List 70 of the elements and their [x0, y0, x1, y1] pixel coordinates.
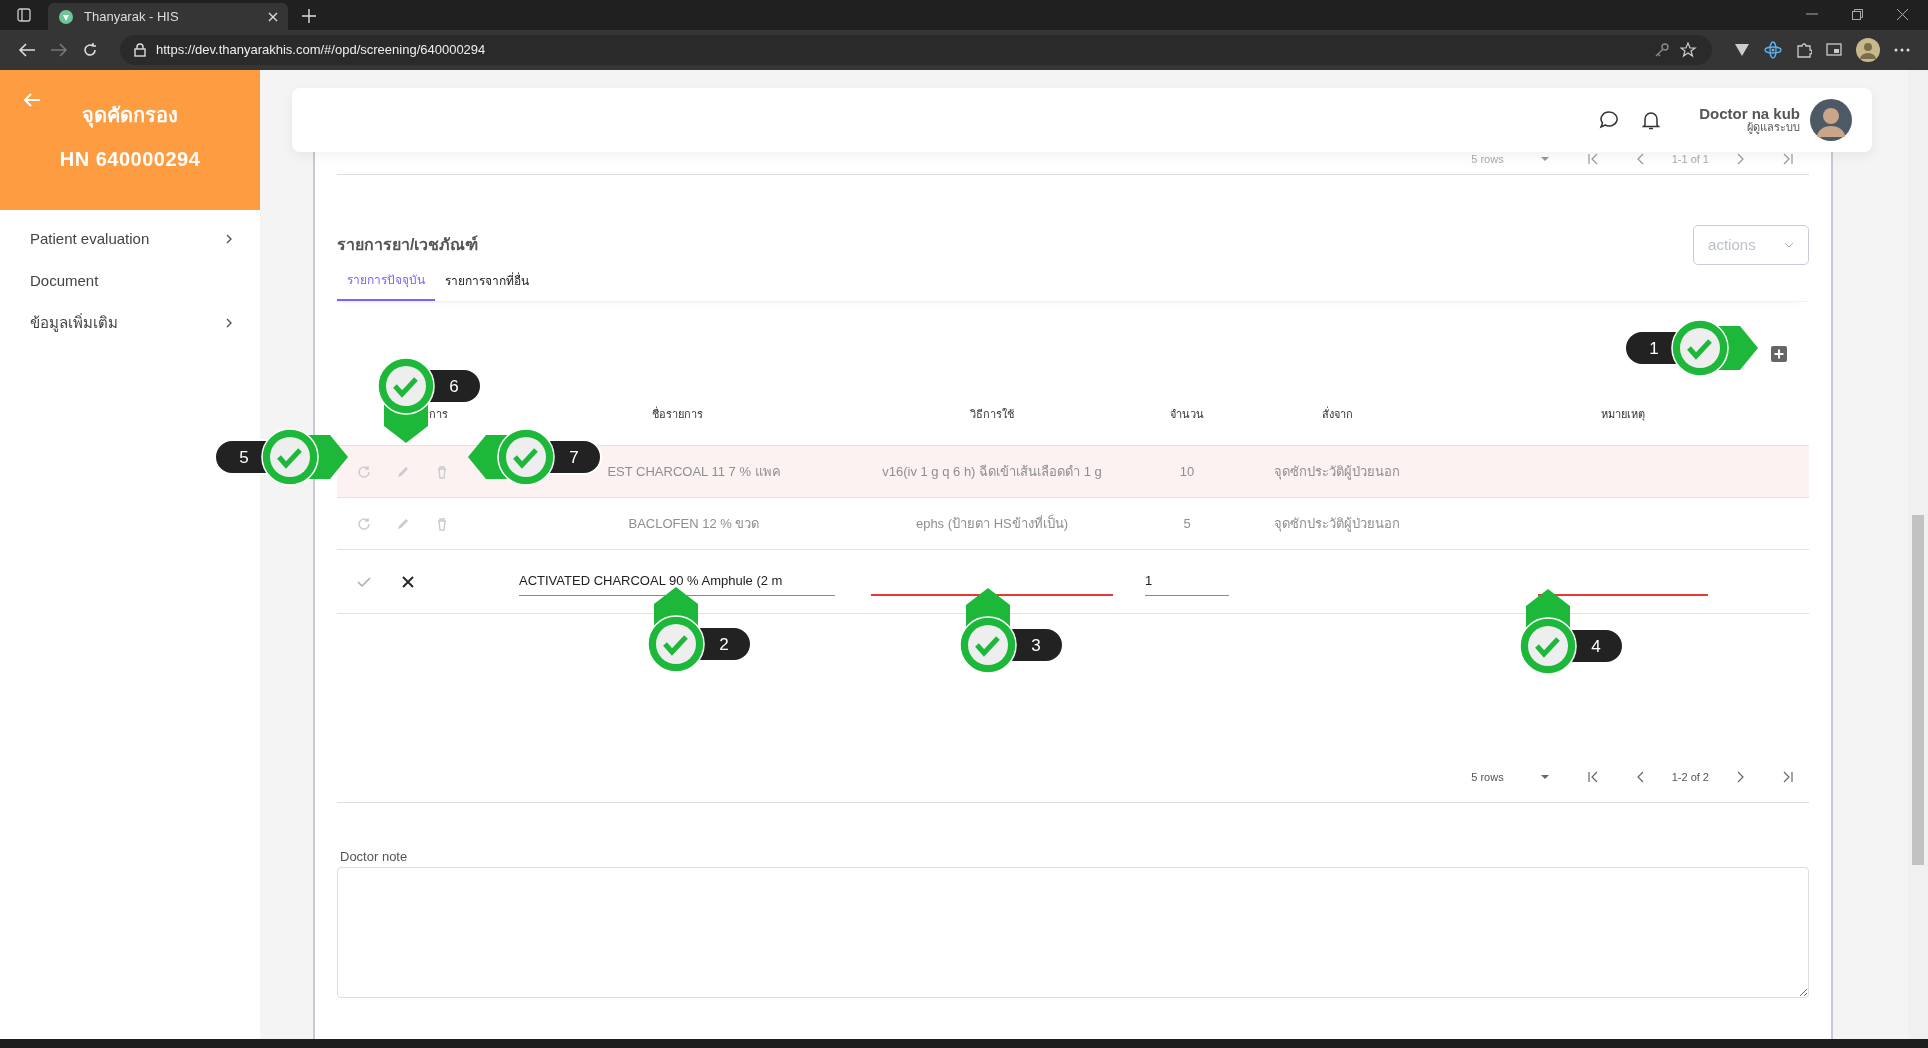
table-cell: ephs (ป้ายตา HSข้างที่เป็น) [915, 515, 1069, 531]
new-tab-icon[interactable] [302, 9, 316, 23]
sidebar-item[interactable]: Document [0, 260, 260, 302]
first-page-icon[interactable] [1585, 770, 1600, 784]
puzzle-icon[interactable] [1796, 42, 1812, 58]
table-cell: BACLOFEN 12 % ขวด [628, 515, 760, 531]
table-cell: จุดซักประวัติผู้ป่วยนอก [1274, 515, 1400, 531]
user-role: ผู้ดูแลระบบ [1746, 122, 1800, 134]
table-cell: จุดซักประวัติผู้ป่วยนอก [1274, 463, 1400, 479]
rows-per-page-select[interactable]: 5 rows [1471, 768, 1504, 786]
cast-icon[interactable] [1826, 43, 1842, 57]
step-tooltip: 4 [1517, 588, 1624, 677]
step-tooltip: 3 [957, 587, 1064, 676]
column-header: การ [429, 408, 448, 421]
page-range: 1-2 of 2 [1671, 769, 1709, 785]
restore-icon[interactable] [1852, 9, 1863, 20]
tab-actions-icon[interactable] [17, 8, 31, 22]
close-icon[interactable] [268, 11, 278, 22]
sidebar-title: จุดคัดกรอง [81, 103, 179, 130]
user-name: Doctor na kub [1699, 106, 1800, 123]
checkmark-icon[interactable] [357, 574, 371, 589]
extension-icon[interactable] [1734, 43, 1750, 57]
chat-icon[interactable] [1599, 110, 1620, 130]
table-cell: EST CHARCOAL 11 7 % แพค [607, 463, 781, 479]
chevron-down-icon [1783, 242, 1794, 248]
cancel-icon[interactable] [401, 574, 415, 589]
table-cell: v16(iv 1 g q 6 h) ฉีดเข้าเส้นเลือดดำ 1 g [882, 463, 1102, 479]
atom-icon[interactable] [1764, 41, 1782, 59]
step-tooltip: 1 [1624, 317, 1760, 379]
address-bar[interactable]: https://dev.thanyarakhis.com/#/opd/screening/640000294 [120, 35, 1712, 65]
profile-avatar-icon[interactable] [1856, 38, 1880, 62]
back-icon[interactable] [18, 42, 36, 58]
step-tooltip: 7 [466, 426, 602, 488]
browser-tab[interactable]: Thanyarak - HIS [48, 3, 288, 30]
last-page-icon[interactable] [1781, 770, 1795, 784]
sidebar-item[interactable]: Patient evaluation [0, 218, 260, 260]
bell-icon[interactable] [1641, 110, 1662, 130]
first-page-icon[interactable] [1585, 152, 1600, 166]
page-range: 1-1 of 1 [1671, 151, 1709, 167]
favorite-star-icon[interactable] [1680, 42, 1698, 58]
column-header: หมายเหตุ [1601, 408, 1645, 421]
tab-title[interactable]: Thanyarak - HIS [84, 6, 258, 27]
step-tooltip: 5 [214, 426, 350, 488]
avatar[interactable] [1810, 99, 1852, 141]
column-header: ชื่อรายการ [651, 408, 703, 421]
sidebar-item[interactable]: ข้อมูลเพิ่มเติม [0, 302, 260, 344]
forward-icon[interactable] [50, 42, 68, 58]
close-window-icon[interactable] [1897, 9, 1908, 20]
patient-number: HN 640000294 [58, 147, 202, 172]
reload-icon[interactable] [82, 42, 98, 58]
field-label: Doctor note [339, 848, 409, 866]
site-logo-icon [58, 8, 74, 25]
step-tooltip: 2 [645, 586, 752, 675]
more-icon[interactable] [1894, 48, 1910, 52]
tab[interactable]: รายการจากที่อื่น [435, 267, 539, 301]
section-title: รายการยา/เวชภัณฑ์ [337, 234, 479, 255]
table-cell: 10 [1179, 463, 1195, 479]
last-page-icon[interactable] [1781, 152, 1795, 166]
lock-icon [134, 43, 146, 57]
tab[interactable]: รายการปัจจุบัน [337, 267, 435, 301]
item-name-field[interactable]: ACTIVATED CHARCOAL 90 % Amphule (2 m [519, 567, 835, 596]
column-header: สั่งจาก [1321, 408, 1353, 421]
table-cell: 5 [1183, 515, 1191, 531]
add-icon[interactable] [1771, 346, 1787, 362]
doctor-note-field[interactable] [337, 866, 1809, 998]
key-icon[interactable] [1654, 42, 1670, 58]
scrollbar[interactable] [1908, 70, 1928, 1039]
column-header: วิธีการใช้ [970, 408, 1014, 421]
quantity-field[interactable]: 1 [1145, 567, 1229, 596]
column-header: จำนวน [1170, 408, 1204, 421]
